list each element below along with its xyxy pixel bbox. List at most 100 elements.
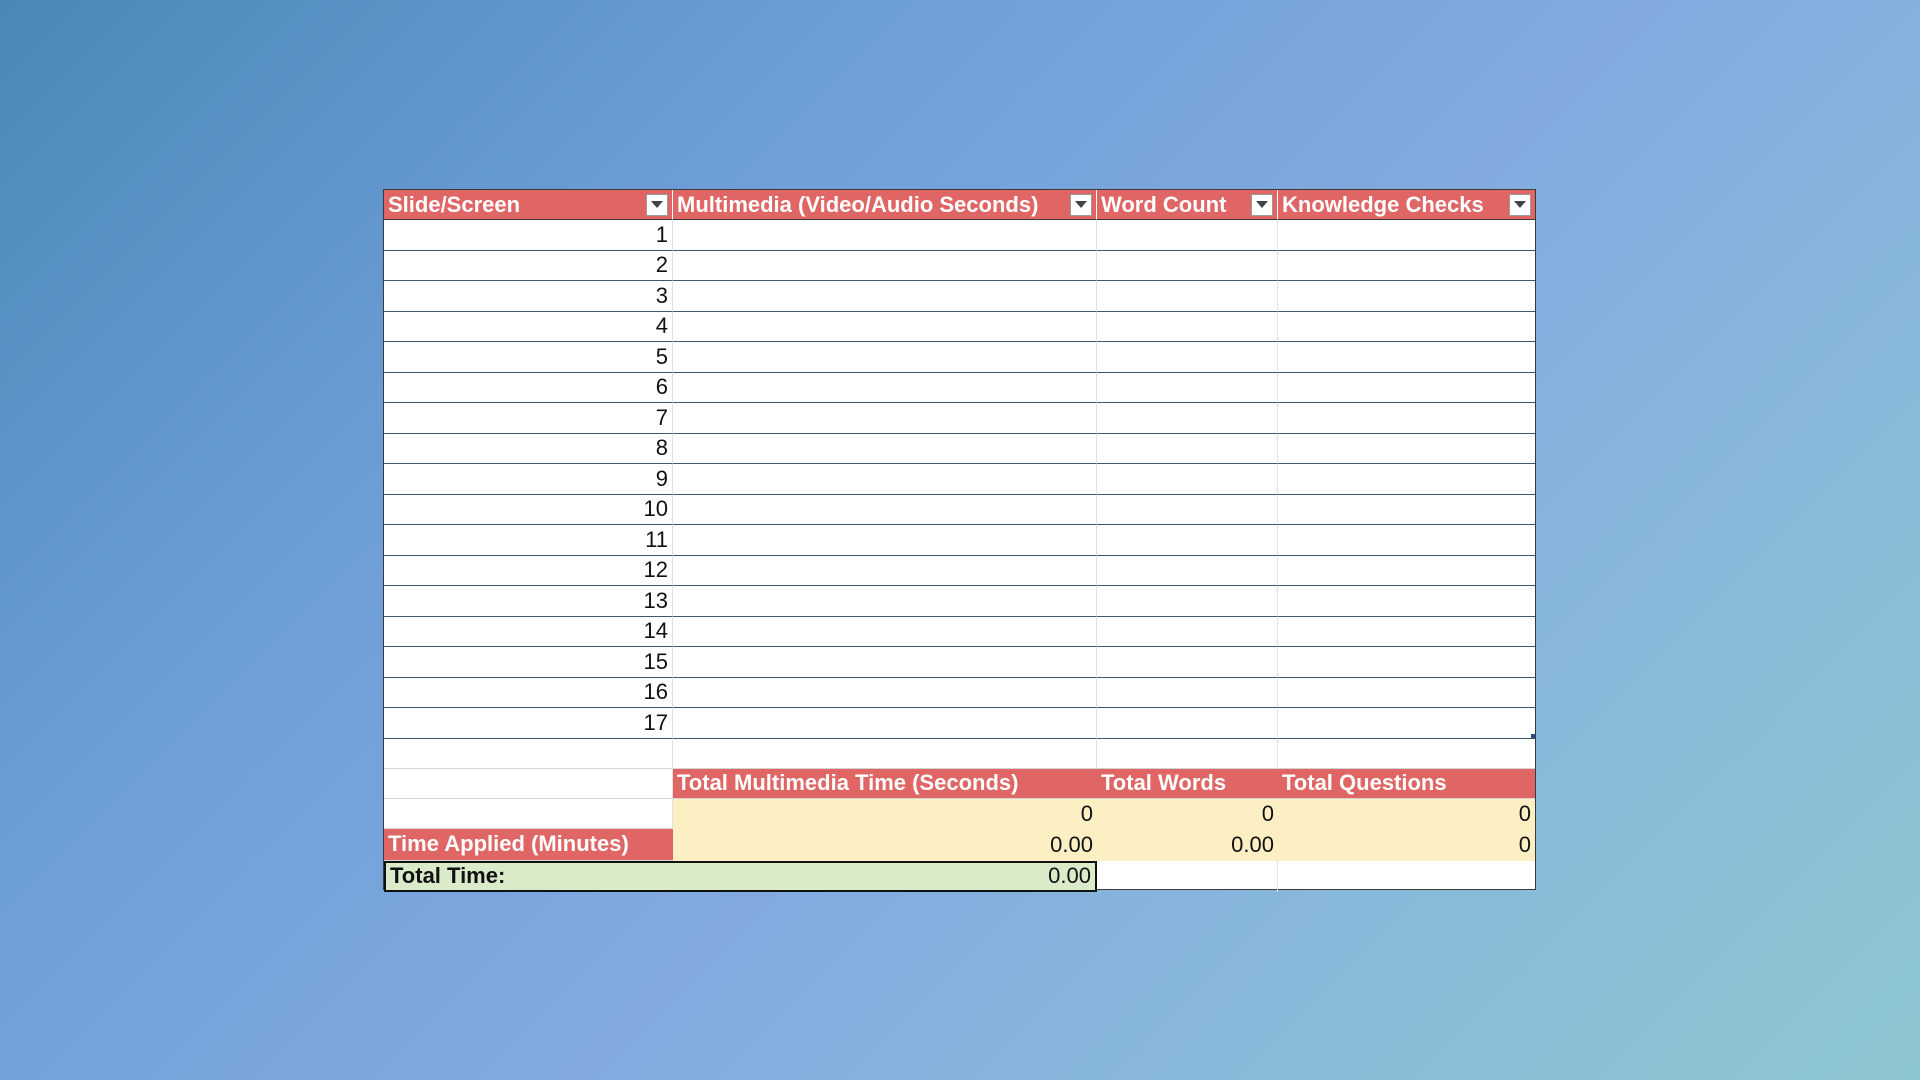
time-applied-questions[interactable]: 0 [1278,828,1535,861]
total-words-label: Total Words [1097,768,1278,799]
blank-cell[interactable] [1097,860,1278,892]
knowledge-checks-cell[interactable] [1278,678,1535,708]
word-count-cell[interactable] [1097,342,1278,373]
knowledge-checks-cell[interactable] [1278,617,1535,647]
multimedia-cell[interactable] [673,311,1097,342]
multimedia-cell[interactable] [673,616,1097,647]
blank-cell[interactable] [1097,738,1278,769]
multimedia-cell[interactable] [673,250,1097,281]
total-words-value[interactable]: 0 [1097,798,1278,829]
knowledge-checks-cell[interactable] [1278,556,1535,586]
knowledge-checks-cell[interactable] [1278,495,1535,525]
multimedia-cell[interactable] [673,708,1097,739]
word-count-cell[interactable] [1097,250,1278,281]
multimedia-cell[interactable] [673,372,1097,403]
knowledge-checks-cell[interactable] [1278,342,1535,373]
slide-number-cell[interactable]: 16 [384,677,673,708]
filter-dropdown-button[interactable] [1070,193,1092,216]
knowledge-checks-cell[interactable] [1278,586,1535,617]
word-count-cell[interactable] [1097,220,1278,251]
slide-number-cell[interactable]: 10 [384,494,673,525]
word-count-cell[interactable] [1097,647,1278,678]
knowledge-checks-cell[interactable] [1278,312,1535,342]
table-grid: Slide/Screen Multimedia (Video/Audio Sec… [384,190,1535,892]
slide-number-cell[interactable]: 14 [384,616,673,647]
word-count-cell[interactable] [1097,616,1278,647]
multimedia-cell[interactable] [673,555,1097,586]
knowledge-checks-cell[interactable] [1278,220,1535,251]
total-time-cell[interactable]: Total Time: 0.00 [384,860,1097,892]
knowledge-checks-cell[interactable] [1278,403,1535,434]
multimedia-cell[interactable] [673,281,1097,312]
slide-number-cell[interactable]: 7 [384,403,673,434]
knowledge-checks-cell[interactable] [1278,525,1535,556]
total-questions-value[interactable]: 0 [1278,798,1535,829]
multimedia-cell[interactable] [673,433,1097,464]
slide-number-cell[interactable]: 8 [384,433,673,464]
slide-number-cell[interactable]: 17 [384,708,673,739]
slide-number-cell[interactable]: 6 [384,372,673,403]
word-count-cell[interactable] [1097,525,1278,556]
multimedia-cell[interactable] [673,220,1097,251]
knowledge-checks-cell[interactable] [1278,464,1535,495]
table-resize-handle[interactable] [1531,733,1535,738]
total-multimedia-value[interactable]: 0 [673,798,1097,829]
chevron-down-icon [1256,201,1268,208]
word-count-cell[interactable] [1097,372,1278,403]
total-time-value: 0.00 [1048,863,1091,888]
multimedia-cell[interactable] [673,464,1097,495]
knowledge-checks-cell[interactable] [1278,251,1535,281]
multimedia-cell[interactable] [673,586,1097,617]
time-applied-label: Time Applied (Minutes) [384,828,673,861]
knowledge-checks-cell[interactable] [1278,373,1535,403]
word-count-cell[interactable] [1097,281,1278,312]
slide-number-cell[interactable]: 3 [384,281,673,312]
header-word-count[interactable]: Word Count [1097,190,1278,220]
filter-dropdown-button[interactable] [1251,193,1273,216]
total-time-label: Total Time: [390,863,506,888]
multimedia-cell[interactable] [673,403,1097,434]
word-count-cell[interactable] [1097,403,1278,434]
blank-cell[interactable] [384,798,673,829]
knowledge-checks-cell[interactable] [1278,708,1535,739]
word-count-cell[interactable] [1097,677,1278,708]
word-count-cell[interactable] [1097,555,1278,586]
slide-number-cell[interactable]: 13 [384,586,673,617]
slide-number-cell[interactable]: 4 [384,311,673,342]
chevron-down-icon [1514,201,1526,208]
slide-number-cell[interactable]: 1 [384,220,673,251]
word-count-cell[interactable] [1097,464,1278,495]
filter-dropdown-button[interactable] [1509,193,1531,216]
filter-dropdown-button[interactable] [646,193,668,216]
word-count-cell[interactable] [1097,494,1278,525]
knowledge-checks-cell[interactable] [1278,434,1535,464]
time-applied-words[interactable]: 0.00 [1097,828,1278,861]
knowledge-checks-cell[interactable] [1278,281,1535,312]
multimedia-cell[interactable] [673,647,1097,678]
multimedia-cell[interactable] [673,525,1097,556]
time-applied-multimedia[interactable]: 0.00 [673,828,1097,861]
slide-number-cell[interactable]: 9 [384,464,673,495]
header-knowledge-checks[interactable]: Knowledge Checks [1278,190,1535,220]
slide-number-cell[interactable]: 15 [384,647,673,678]
multimedia-cell[interactable] [673,342,1097,373]
word-count-cell[interactable] [1097,708,1278,739]
word-count-cell[interactable] [1097,433,1278,464]
slide-number-cell[interactable]: 12 [384,555,673,586]
slide-number-cell[interactable]: 2 [384,250,673,281]
word-count-cell[interactable] [1097,586,1278,617]
word-count-cell[interactable] [1097,311,1278,342]
blank-cell[interactable] [384,768,673,799]
blank-cell[interactable] [384,738,673,769]
blank-cell[interactable] [1278,739,1535,769]
multimedia-cell[interactable] [673,677,1097,708]
slide-number-cell[interactable]: 11 [384,525,673,556]
header-slide-screen[interactable]: Slide/Screen [384,190,673,220]
knowledge-checks-cell[interactable] [1278,647,1535,678]
header-multimedia[interactable]: Multimedia (Video/Audio Seconds) [673,190,1097,220]
slide-number-cell[interactable]: 5 [384,342,673,373]
blank-cell[interactable] [1278,861,1535,892]
blank-cell[interactable] [673,738,1097,769]
multimedia-cell[interactable] [673,494,1097,525]
chevron-down-icon [1075,201,1087,208]
